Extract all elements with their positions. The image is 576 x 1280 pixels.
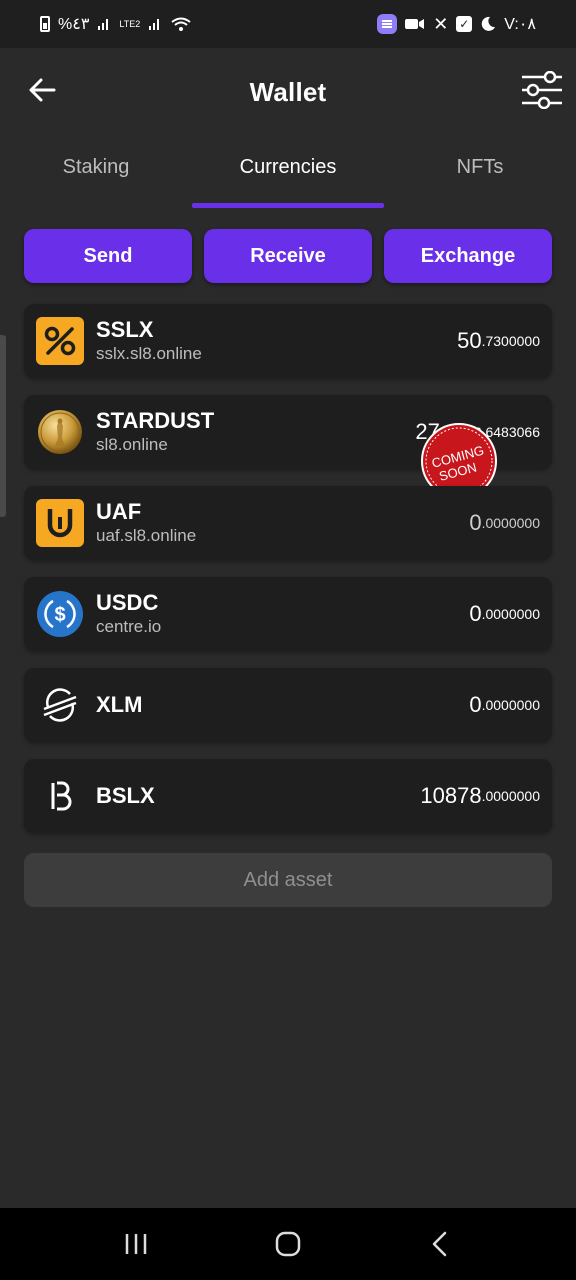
back-button[interactable] (24, 72, 60, 108)
asset-balance: 0.0000000 (469, 577, 540, 651)
tab-staking[interactable]: Staking (0, 136, 192, 210)
asset-list: SSLX sslx.sl8.online 50.7300000 STARDUST… (24, 304, 552, 850)
asset-domain: sl8.online (96, 435, 168, 454)
app-notification-icon (377, 14, 398, 34)
asset-name: UAF (96, 499, 142, 524)
asset-row-stardust[interactable]: STARDUST sl8.online 27 2.6483066 COMING S… (24, 395, 552, 499)
battery-percent: %٤٣ (58, 16, 90, 33)
balance-decimal: .0000000 (481, 788, 540, 804)
balance-decimal: .0000000 (481, 515, 540, 531)
signal-icon-2 (148, 17, 162, 31)
add-asset-button[interactable]: Add asset (24, 853, 552, 907)
asset-name: USDC (96, 590, 159, 615)
asset-row-sslx[interactable]: SSLX sslx.sl8.online 50.7300000 (24, 304, 552, 378)
balance-decimal: .0000000 (481, 697, 540, 713)
balance-decimal: .0000000 (481, 606, 540, 622)
asset-name: BSLX (96, 783, 155, 808)
balance-integer: 0 (469, 510, 482, 535)
page-title: Wallet (249, 76, 327, 107)
x-app-icon: ✕ (433, 13, 449, 34)
home-button[interactable] (258, 1214, 318, 1274)
recent-apps-button[interactable] (106, 1214, 166, 1274)
asset-balance: 10878.0000000 (420, 759, 540, 833)
send-button[interactable]: Send (24, 229, 192, 283)
asset-balance: 50.7300000 (457, 304, 540, 378)
tab-currencies[interactable]: Currencies (192, 136, 384, 210)
sliders-icon (522, 71, 562, 109)
gold-coin-icon (36, 408, 84, 456)
balance-decimal: .7300000 (481, 333, 540, 349)
balance-integer: 10878 (420, 783, 482, 808)
asset-domain: centre.io (96, 617, 162, 636)
home-icon (275, 1231, 301, 1257)
asset-row-bslx[interactable]: BSLX 10878.0000000 (24, 759, 552, 833)
video-icon (405, 17, 425, 31)
active-tab-indicator (192, 203, 384, 208)
usdc-icon: $ (36, 590, 84, 638)
percent-icon (36, 317, 84, 365)
receive-button[interactable]: Receive (204, 229, 372, 283)
asset-domain: uaf.sl8.online (96, 526, 197, 545)
svg-text:$: $ (54, 604, 65, 626)
magnet-icon (36, 499, 84, 547)
balance-integer: 50 (457, 328, 482, 353)
arrow-left-icon (29, 78, 56, 102)
asset-balance: 0.0000000 (469, 668, 540, 742)
settings-button[interactable] (520, 70, 564, 110)
network-label: LTE2 (119, 18, 141, 29)
recent-apps-icon (125, 1234, 147, 1254)
balance-integer: 0 (469, 692, 482, 717)
asset-row-xlm[interactable]: XLM 0.0000000 (24, 668, 552, 742)
asset-name: SSLX (96, 317, 154, 342)
asset-name: STARDUST (96, 408, 215, 433)
exchange-button[interactable]: Exchange (384, 229, 552, 283)
check-icon: ✓ (456, 16, 473, 32)
tab-bar: Staking Currencies NFTs (0, 136, 576, 210)
asset-balance: 0.0000000 (469, 486, 540, 560)
action-buttons: Send Receive Exchange (24, 229, 552, 283)
status-left: %٤٣ LTE2 (40, 14, 192, 34)
clock: V:٠٨ (504, 16, 536, 33)
edge-panel-handle[interactable] (0, 335, 6, 517)
stellar-icon (36, 681, 84, 729)
status-bar: %٤٣ LTE2 ✕ ✓ V:٠٨ (0, 0, 576, 48)
asset-row-uaf[interactable]: UAF uaf.sl8.online 0.0000000 (24, 486, 552, 560)
asset-row-usdc[interactable]: $ USDC centre.io 0.0000000 (24, 577, 552, 651)
battery-icon (40, 16, 50, 32)
status-right: ✕ ✓ V:٠٨ (377, 14, 536, 35)
balance-integer: 0 (469, 601, 482, 626)
bslx-icon (36, 772, 84, 820)
app-header: Wallet (0, 48, 576, 136)
asset-domain: sslx.sl8.online (96, 344, 202, 363)
moon-icon (480, 16, 496, 32)
wifi-icon (170, 16, 192, 32)
system-nav-bar (0, 1208, 576, 1280)
back-nav-button[interactable] (410, 1214, 470, 1274)
asset-name: XLM (96, 692, 143, 717)
chevron-left-icon (432, 1231, 447, 1257)
signal-icon (97, 17, 111, 31)
tab-nfts[interactable]: NFTs (384, 136, 576, 210)
